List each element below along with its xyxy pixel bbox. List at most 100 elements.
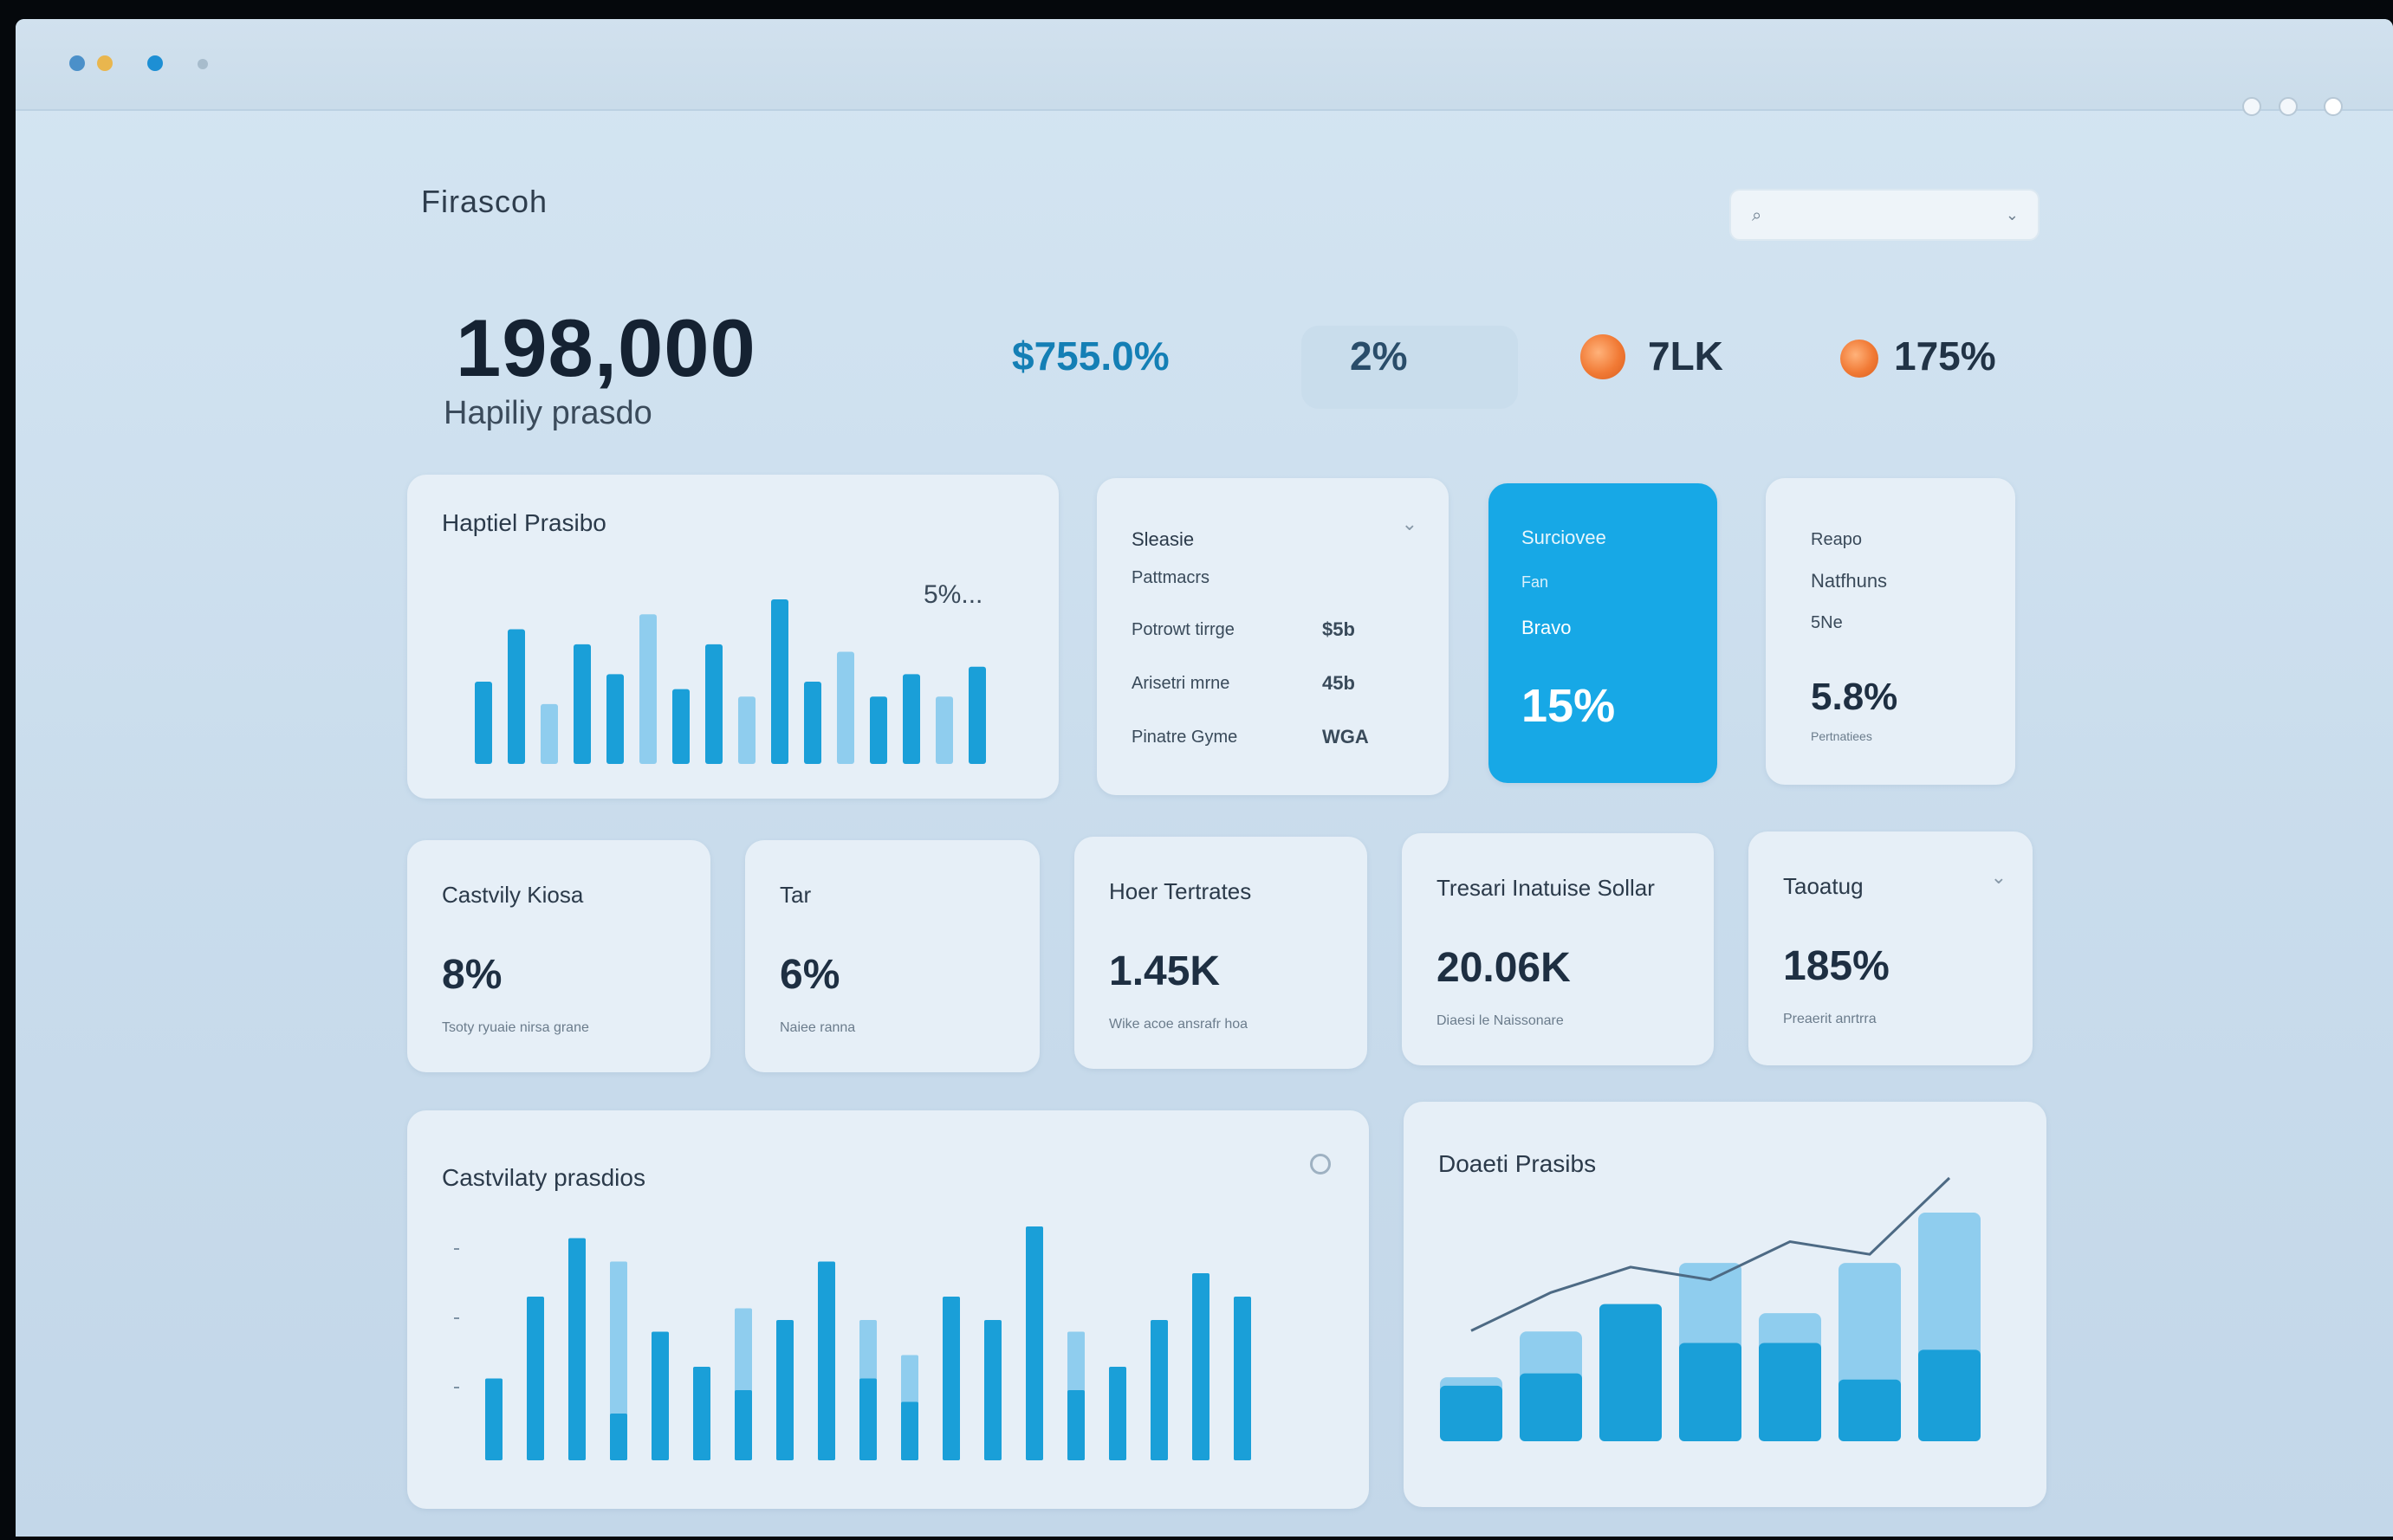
chart-bar xyxy=(606,674,624,764)
window-dot-icon[interactable] xyxy=(147,55,163,71)
window-titlebar xyxy=(16,19,2393,111)
chart-bar xyxy=(943,1297,960,1460)
stat-card: Hoer Tertrates 1.45K Wike acoe ansrafr h… xyxy=(1074,837,1367,1069)
chart-bar xyxy=(1839,1379,1901,1441)
stat-title: Tar xyxy=(780,882,812,908)
screen: Firascoh ⌕ ⌄ 198,000 Hapiliy prasdo $755… xyxy=(16,19,2393,1537)
chart-bar xyxy=(672,689,690,764)
chart-bar xyxy=(1026,1226,1043,1460)
stat-title: Castvily Kiosa xyxy=(442,882,584,908)
chart-bar xyxy=(969,666,986,764)
search-icon: ⌕ xyxy=(1752,206,1762,225)
card-title: Surciovee xyxy=(1521,527,1606,548)
window-dot-icon[interactable] xyxy=(198,59,208,69)
stat-value: 20.06K xyxy=(1436,945,1571,991)
chart-bar xyxy=(693,1367,710,1460)
chart-bar xyxy=(541,703,558,764)
chart-bar xyxy=(818,1261,835,1460)
list-item-label: Arisetri mrne xyxy=(1132,674,1230,693)
stat-card: Castvily Kiosa 8% Tsoty ryuaie nirsa gra… xyxy=(407,840,710,1072)
list-subtitle: Pattmacrs xyxy=(1132,568,1210,587)
card-value: 5.8% xyxy=(1811,676,1898,718)
notification-icon[interactable] xyxy=(2279,97,2298,116)
kpi-pill[interactable] xyxy=(1301,326,1518,409)
chevron-down-icon[interactable]: ⌄ xyxy=(2006,206,2019,224)
chart-bar xyxy=(1918,1349,1981,1441)
bar-chart-card: Haptiel Prasibo 5%... xyxy=(407,475,1059,799)
app-brand: Firascoh xyxy=(421,184,548,219)
stat-sub: Tsoty ryuaie nirsa grane xyxy=(442,1020,589,1035)
stat-sub: Naiee ranna xyxy=(780,1020,856,1035)
chart-bar xyxy=(771,599,788,764)
more-icon[interactable]: ⌄ xyxy=(1402,513,1417,535)
search-field[interactable]: ⌕ ⌄ xyxy=(1729,189,2040,241)
chart-bar xyxy=(1192,1273,1209,1460)
chart-bar xyxy=(652,1331,669,1460)
chart-bar xyxy=(705,644,723,764)
status-orange-icon xyxy=(1840,340,1878,378)
chart-bar xyxy=(984,1320,1002,1460)
more-icon[interactable]: ⌄ xyxy=(1991,866,2007,889)
list-item-label: Pinatre Gyme xyxy=(1132,728,1238,747)
stat-sub: Diaesi le Naissonare xyxy=(1436,1013,1564,1028)
hero-value: 198,000 xyxy=(456,302,756,393)
hero-subtitle: Hapiliy prasdo xyxy=(444,395,652,431)
chart-bar xyxy=(475,682,492,764)
chart-bar xyxy=(936,696,953,764)
chart-bar xyxy=(870,696,887,764)
stat-card: Tresari Inatuise Sollar 20.06K Diaesi le… xyxy=(1402,833,1714,1065)
list-item-value: WGA xyxy=(1322,726,1369,747)
chart-bar xyxy=(903,674,920,764)
chart-bar xyxy=(735,1390,752,1460)
stat-sub: Wike acoe ansrafr hoa xyxy=(1109,1017,1248,1032)
chart-bar xyxy=(1440,1385,1502,1441)
chart-bar xyxy=(508,629,525,764)
card-label: Natfhuns xyxy=(1811,570,1888,592)
stat-card: Tar 6% Naiee ranna xyxy=(745,840,1040,1072)
card-title: Reapo xyxy=(1811,530,1862,549)
chart-bar xyxy=(837,651,854,764)
list-item-label: Potrowt tirrge xyxy=(1132,620,1235,639)
chart-bar xyxy=(574,644,591,764)
status-orange-icon xyxy=(1580,334,1625,379)
chart-bar xyxy=(485,1378,503,1460)
profile-icon[interactable] xyxy=(2324,97,2343,116)
card-value: 15% xyxy=(1521,680,1616,732)
list-card: Sleasie ⌄ Pattmacrs Potrowt tirrge $5b A… xyxy=(1097,478,1449,795)
bar-chart-card: Castvilaty prasdios xyxy=(407,1110,1369,1509)
stat-card: Taoatug ⌄ 185% Preaerit anrtrra xyxy=(1748,831,2033,1065)
stat-value: 8% xyxy=(442,952,503,998)
bar-chart xyxy=(454,1226,1251,1460)
kpi-value: 2% xyxy=(1350,333,1408,379)
chart-bar xyxy=(1679,1343,1741,1441)
highlight-card[interactable]: Surciovee Fan Bravo 15% xyxy=(1488,483,1717,783)
window-dot-icon[interactable] xyxy=(97,55,113,71)
stat-value: 6% xyxy=(780,952,840,998)
chart-bar xyxy=(639,614,657,764)
combo-chart xyxy=(1440,1176,1981,1441)
card-sub: Pertnatiees xyxy=(1811,729,1872,743)
small-stat-card: Reapo Natfhuns 5Ne 5.8% Pertnatiees xyxy=(1766,478,2015,785)
stat-title: Tresari Inatuise Sollar xyxy=(1436,875,1655,901)
card-label: Fan xyxy=(1521,573,1549,591)
window-dot-icon[interactable] xyxy=(69,55,85,71)
chart-bar xyxy=(776,1320,794,1460)
card-title: Sleasie xyxy=(1132,528,1195,550)
chart-bar xyxy=(1759,1343,1821,1441)
stat-sub: Preaerit anrtrra xyxy=(1783,1012,1877,1026)
stat-value: 1.45K xyxy=(1109,948,1221,994)
list-item-value: $5b xyxy=(1322,618,1355,640)
chart-bar xyxy=(1520,1373,1582,1441)
chart-bar xyxy=(1151,1320,1168,1460)
card-label: Bravo xyxy=(1521,617,1572,638)
kpi-value: $755.0% xyxy=(1012,333,1170,379)
kpi-value: 175% xyxy=(1894,333,1996,379)
chart-bar xyxy=(610,1414,627,1460)
stat-value: 185% xyxy=(1783,943,1890,989)
chart-bar xyxy=(1109,1367,1126,1460)
combo-chart-card: Doaeti Prasibs xyxy=(1404,1102,2046,1507)
settings-icon[interactable] xyxy=(2242,97,2261,116)
card-label: 5Ne xyxy=(1811,613,1843,632)
stat-title: Hoer Tertrates xyxy=(1109,878,1252,904)
chart-bar xyxy=(738,696,756,764)
